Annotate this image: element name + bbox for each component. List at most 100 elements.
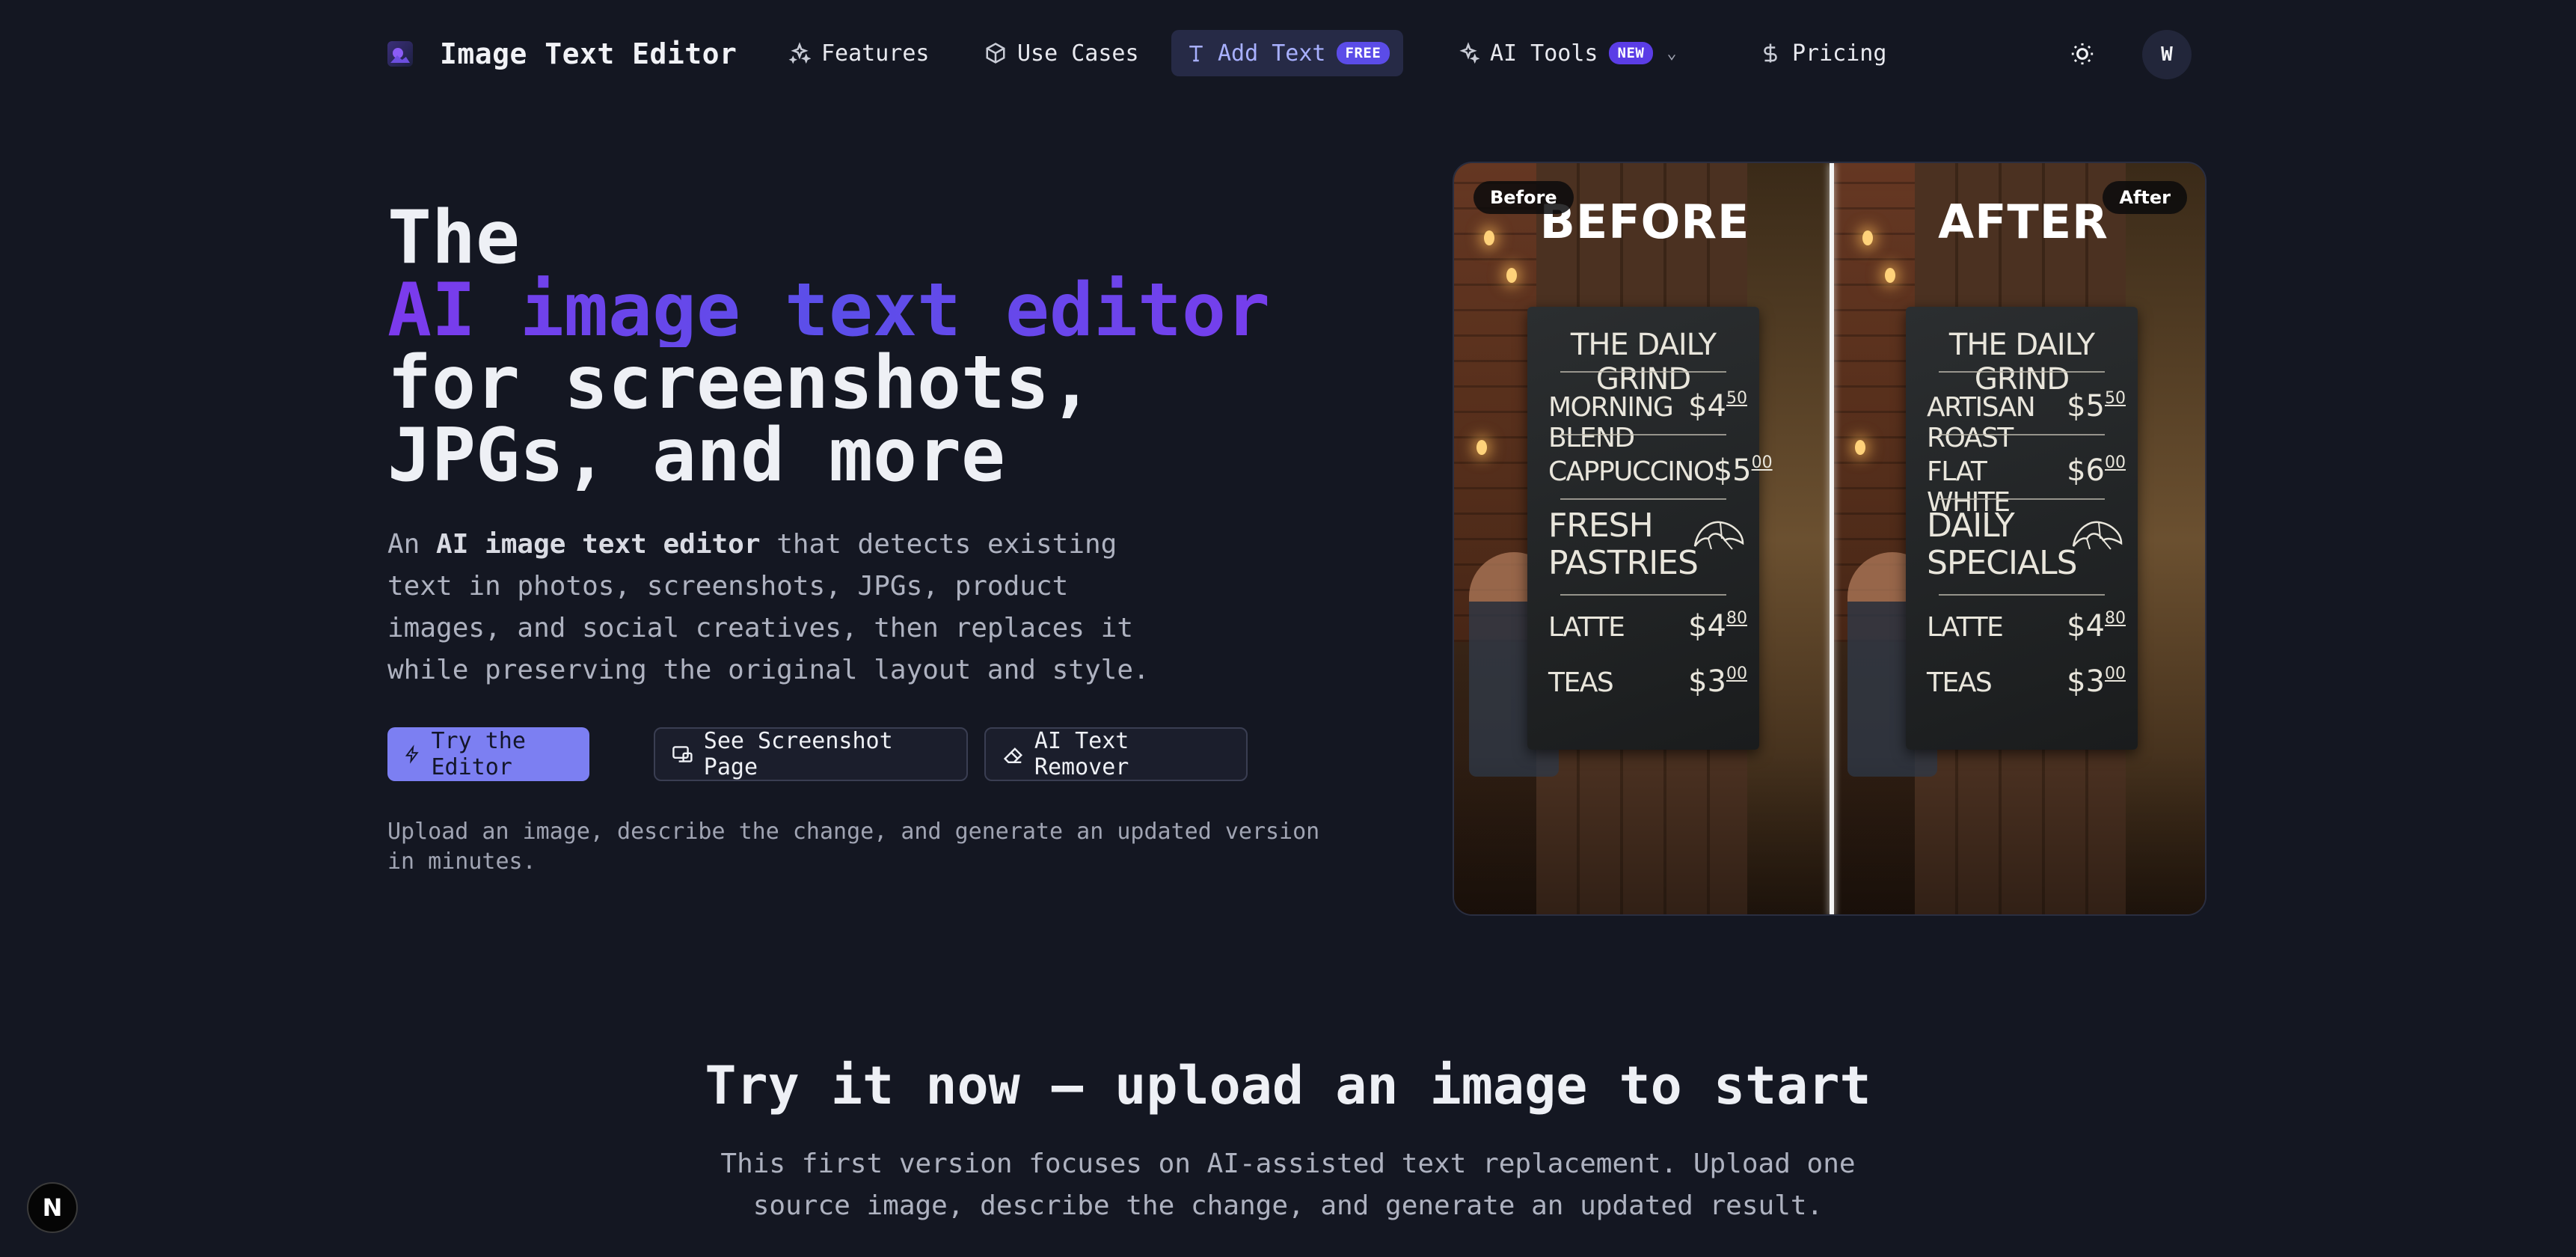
nav-add-text[interactable]: Add Text FREE	[1171, 30, 1404, 76]
board-divider	[1560, 594, 1726, 596]
try-editor-label: Try the Editor	[431, 728, 526, 780]
menu-item-name: TEAS	[1927, 667, 1993, 698]
shadow	[1454, 753, 1830, 914]
eraser-icon	[1003, 747, 1022, 764]
board-divider	[1939, 434, 2105, 435]
menu-item-price: $500	[1714, 453, 1773, 488]
theme-toggle-button[interactable]	[2061, 33, 2103, 75]
after-heading: AFTER	[1938, 195, 2109, 249]
before-image: BEFORE THE DAILY GRIND MORNING BLEND $45…	[1454, 163, 1830, 914]
price-cents: 00	[2105, 664, 2126, 683]
board-divider	[1939, 594, 2105, 596]
user-avatar-button[interactable]: W	[2142, 30, 2192, 79]
menu-item-price: $480	[1688, 609, 1747, 643]
price-dollars: $4	[1688, 389, 1726, 423]
menu-row: ARTISAN ROAST $550	[1927, 389, 2126, 453]
nav-features[interactable]: Features	[775, 30, 943, 76]
nav-add-text-label: Add Text	[1218, 40, 1326, 67]
price-dollars: $5	[1713, 453, 1752, 488]
price-dollars: $6	[2067, 453, 2105, 488]
sun-icon	[2071, 43, 2094, 65]
menu-row: TEAS $300	[1548, 664, 1747, 699]
try-editor-button[interactable]: Try the Editor	[387, 727, 589, 781]
board-title: THE DAILY GRIND	[1570, 328, 1717, 397]
light-bulb	[1885, 268, 1895, 283]
free-badge: FREE	[1336, 42, 1390, 64]
menu-item-name: TEAS	[1548, 667, 1614, 698]
price-dollars: $3	[1688, 664, 1726, 699]
sparkles-icon	[1459, 42, 1479, 64]
board-divider	[1560, 498, 1726, 500]
light-bulb	[1855, 440, 1865, 455]
light-bulb	[1862, 230, 1873, 245]
top-navigation: Image Text Editor Features Use Cases Add…	[0, 0, 2576, 108]
menu-item-price: $600	[2067, 453, 2126, 488]
chalkboard-after: THE DAILY GRIND ARTISAN ROAST $550 FLAT …	[1906, 307, 2138, 750]
hero-description: An AI image text editor that detects exi…	[387, 524, 1165, 691]
new-badge: NEW	[1608, 42, 1654, 64]
price-cents: 50	[1726, 389, 1747, 408]
hero-desc-bold: AI image text editor	[436, 529, 761, 560]
chevron-down-icon: ⌄	[1666, 43, 1677, 63]
menu-item-name: ARTISAN ROAST	[1927, 392, 2036, 453]
price-cents: 50	[2105, 389, 2126, 408]
logo-icon	[387, 41, 413, 67]
board-title: THE DAILY GRIND	[1948, 328, 2095, 397]
hero-note: Upload an image, describe the change, an…	[387, 819, 1320, 875]
board-divider	[1560, 434, 1726, 435]
before-after-comparison[interactable]: BEFORE THE DAILY GRIND MORNING BLEND $45…	[1453, 162, 2207, 916]
menu-row: TEAS $300	[1927, 664, 2126, 699]
board-divider	[1939, 371, 2105, 373]
shadow	[1833, 753, 2205, 914]
nav-use-cases[interactable]: Use Cases	[971, 30, 1153, 76]
screenshot-icon	[672, 746, 693, 762]
hero-title-line4: JPGs, and more	[387, 413, 1006, 498]
menu-item-price: $480	[2067, 609, 2126, 643]
menu-row: LATTE $480	[1548, 609, 1747, 643]
menu-row: MORNING BLEND $450	[1548, 389, 1747, 453]
comparison-slider-handle[interactable]	[1830, 163, 1834, 914]
light-bulb	[1484, 230, 1494, 245]
type-icon	[1189, 46, 1203, 62]
price-cents: 00	[1726, 664, 1747, 683]
price-cents: 00	[1751, 453, 1773, 472]
menu-item-price: $450	[1688, 389, 1747, 423]
croissant-icon	[2072, 521, 2123, 550]
brand-name: Image Text Editor	[440, 37, 737, 70]
ai-text-remover-button[interactable]: AI Text Remover	[984, 727, 1248, 781]
see-screenshot-label: See Screenshot Page	[703, 728, 893, 780]
board-divider	[1939, 498, 2105, 500]
nav-features-label: Features	[821, 40, 930, 67]
hero-title-line3: for screenshots,	[387, 340, 1094, 426]
menu-item-name: LATTE	[1548, 612, 1625, 643]
hero-title-line1: The	[387, 195, 521, 281]
menu-row: LATTE $480	[1927, 609, 2126, 643]
nav-ai-tools[interactable]: AI Tools NEW ⌄	[1444, 30, 1690, 76]
zap-icon	[405, 744, 419, 764]
dollar-icon	[1764, 43, 1777, 63]
light-bulb	[1476, 440, 1487, 455]
menu-item-price: $550	[2067, 389, 2126, 423]
menu-item-name: MORNING BLEND	[1548, 392, 1674, 453]
menu-item-price: $300	[1688, 664, 1747, 699]
upload-section-title: Try it now — upload an image to start	[705, 1055, 1871, 1116]
price-dollars: $4	[2067, 609, 2105, 643]
nav-pricing-label: Pricing	[1792, 40, 1887, 67]
menu-item-name: CAPPUCCINO	[1548, 456, 1714, 487]
ai-text-remover-label: AI Text Remover	[1034, 728, 1129, 780]
nav-use-cases-label: Use Cases	[1017, 40, 1139, 67]
menu-item-price: $300	[2067, 664, 2126, 699]
hero-title-accent: AI image text editor	[387, 274, 1360, 347]
sparkles-icon	[788, 42, 811, 64]
upload-section-description: This first version focuses on AI-assiste…	[720, 1149, 1856, 1221]
price-dollars: $5	[2067, 389, 2105, 423]
nextjs-dev-badge[interactable]: N	[27, 1182, 78, 1233]
after-tag: After	[2103, 181, 2187, 214]
box-icon	[986, 43, 1005, 64]
see-screenshot-page-button[interactable]: See Screenshot Page	[654, 727, 968, 781]
light-bulb	[1506, 268, 1517, 283]
nav-pricing[interactable]: Pricing	[1746, 30, 1900, 76]
price-dollars: $4	[1688, 609, 1726, 643]
menu-item-multi: FRESH PASTRIES	[1548, 507, 1699, 582]
brand-link[interactable]: Image Text Editor	[387, 33, 737, 75]
